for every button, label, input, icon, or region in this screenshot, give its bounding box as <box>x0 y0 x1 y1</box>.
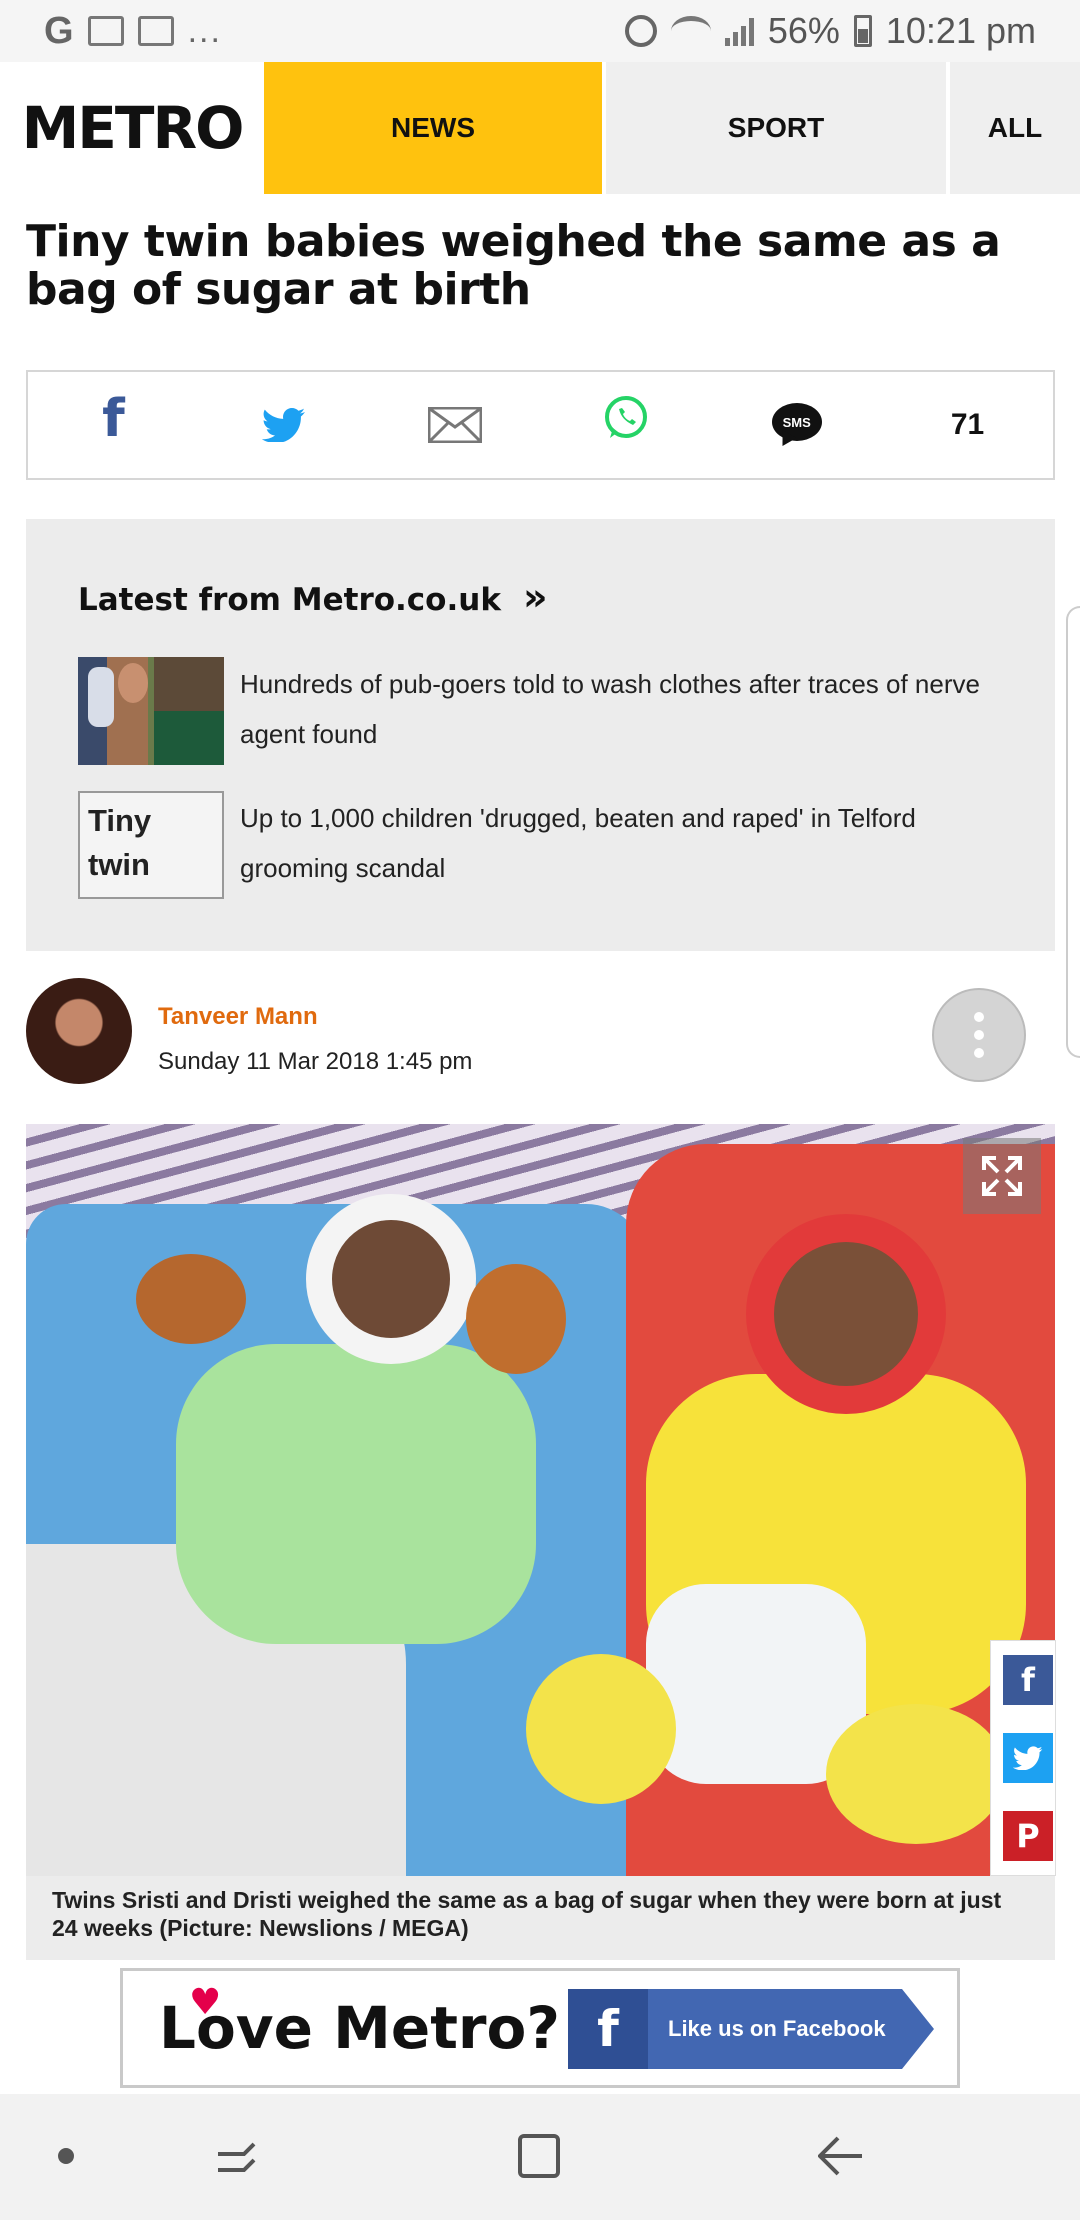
sms-label: SMS <box>782 414 811 430</box>
screen: G ... 56% 10:21 pm METRO NEWS SPORT ALL … <box>0 0 1080 2220</box>
alarm-icon <box>624 15 657 47</box>
whatsapp-icon <box>604 396 647 438</box>
latest-item-thumbnail-broken: Tiny twin <box>78 791 224 899</box>
latest-title: Latest from Metro.co.uk <box>78 582 501 618</box>
fullscreen-icon <box>982 1156 1022 1196</box>
nav-hide-dot[interactable] <box>58 2148 74 2164</box>
image-share-pinterest-button[interactable]: P <box>1003 1811 1053 1861</box>
more-options-button[interactable] <box>932 988 1026 1082</box>
google-icon: G <box>44 9 74 52</box>
tab-news[interactable]: NEWS <box>264 62 602 194</box>
signal-icon <box>724 16 754 46</box>
latest-from-metro-box: Latest from Metro.co.uk » Hundreds of pub… <box>26 519 1055 951</box>
site-navbar: METRO NEWS SPORT ALL <box>0 62 1080 194</box>
battery-percent: 56% <box>767 10 840 51</box>
wifi-icon <box>670 16 711 46</box>
back-icon[interactable] <box>818 2134 864 2178</box>
twitter-icon <box>262 408 306 442</box>
expand-image-button[interactable] <box>963 1138 1041 1214</box>
latest-item-headline: Up to 1,000 children 'drugged, beaten an… <box>240 803 916 883</box>
recent-apps-icon[interactable] <box>214 2136 258 2176</box>
email-icon <box>428 407 483 443</box>
latest-item-thumbnail <box>78 657 224 765</box>
system-navigation-bar <box>0 2094 1080 2220</box>
thumbnail-alt-text: Tiny twin <box>88 803 152 882</box>
metro-logo[interactable]: METRO <box>0 62 264 194</box>
clock: 10:21 pm <box>885 10 1036 51</box>
author-name[interactable]: Tanveer Mann <box>158 1003 318 1031</box>
more-notifications-icon: ... <box>187 11 222 50</box>
image-share-rail: f P <box>990 1640 1056 1876</box>
photo-caption: Twins Sristi and Dristi weighed the same… <box>26 1876 1055 1960</box>
facebook-like-button[interactable]: f Like us on Facebook <box>568 1989 934 2069</box>
latest-item-1[interactable]: Hundreds of pub-goers told to wash cloth… <box>78 657 1018 765</box>
share-count: 71 <box>950 408 985 441</box>
latest-item-headline: Hundreds of pub-goers told to wash cloth… <box>240 669 980 749</box>
author-avatar[interactable] <box>26 978 132 1084</box>
heart-icon: ♥ <box>189 1982 222 2023</box>
twitter-icon <box>1013 1746 1043 1770</box>
image-share-twitter-button[interactable] <box>1003 1733 1053 1783</box>
gallery-icon <box>137 16 174 46</box>
sms-icon: SMS <box>771 403 822 451</box>
tab-all[interactable]: ALL <box>950 62 1080 194</box>
battery-icon <box>853 15 872 47</box>
tab-sport[interactable]: SPORT <box>606 62 946 194</box>
facebook-icon: f <box>102 389 125 449</box>
status-bar-left: G ... <box>44 10 222 53</box>
article-photo[interactable] <box>26 1124 1055 1876</box>
edge-panel-handle[interactable] <box>1066 606 1080 1058</box>
comments-count-button[interactable]: 71 <box>882 372 1053 478</box>
share-whatsapp-button[interactable] <box>540 372 711 478</box>
article-headline: Tiny twin babies weighed the same as a b… <box>26 216 1001 315</box>
love-metro-banner[interactable]: ♥ Love Metro? f Like us on Facebook <box>120 1968 960 2088</box>
publish-date: Sunday 11 Mar 2018 1:45 pm <box>158 1048 473 1075</box>
facebook-icon: f <box>568 1989 648 2069</box>
status-bar-right: 56% 10:21 pm <box>624 10 1036 52</box>
latest-title-link[interactable]: Latest from Metro.co.uk » <box>78 575 548 619</box>
image-share-facebook-button[interactable]: f <box>1003 1655 1053 1705</box>
home-button[interactable] <box>518 2134 560 2178</box>
facebook-like-label: Like us on Facebook <box>668 2016 886 2041</box>
share-bar: f SMS 71 <box>26 370 1055 480</box>
status-bar: G ... 56% 10:21 pm <box>0 0 1080 62</box>
share-sms-button[interactable]: SMS <box>711 372 882 478</box>
share-facebook-button[interactable]: f <box>28 372 199 478</box>
share-email-button[interactable] <box>370 372 541 478</box>
latest-arrow-icon: » <box>522 575 548 619</box>
share-twitter-button[interactable] <box>199 372 370 478</box>
gmail-icon <box>87 16 124 46</box>
latest-item-2[interactable]: Tiny twin Up to 1,000 children 'drugged,… <box>78 791 1018 899</box>
love-metro-text-wrap: ♥ Love Metro? <box>159 1982 560 2062</box>
